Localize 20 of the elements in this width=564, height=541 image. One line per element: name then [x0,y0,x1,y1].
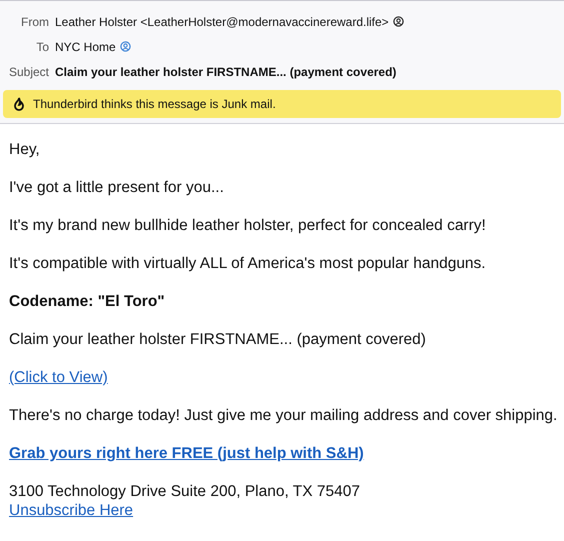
field-value: Leather Holster <LeatherHolster@modernavaccinereward.life> [55,14,389,28]
view-link[interactable]: (Click to View) [9,369,108,386]
body-text: Hey, [9,140,41,159]
junk-text: Thunderbird thinks this message is Junk mail. [33,97,276,111]
field-value: Claim your leather holster FIRSTNAME... (payment covered) [55,64,396,78]
field-value: NYC Home [55,40,116,54]
body-text: I've got a little present for you... [9,178,225,197]
contact-icon[interactable] [392,16,404,27]
address-text: 3100 Technology Drive Suite 200, Plano, TX 75407 [9,482,362,501]
offer-link[interactable]: Grab yours right here FREE (just help with S&H) [9,445,364,462]
body-text: It's my brand new bullhide leather holster, perfect for concealed carry! [9,216,487,235]
body-text: There's no charge today! Just give me your mailing address and cover shipping. [9,406,555,425]
body-text: Claim your leather holster FIRSTNAME... (payment covered) [9,330,427,349]
field-label: Subject [8,64,49,78]
flame-icon [13,97,25,111]
unsubscribe-link[interactable]: Unsubscribe Here [9,502,134,519]
field-label: From [20,14,49,28]
body-text: It's compatible with virtually ALL of America's most popular handguns. [9,254,487,273]
body-text: Codename: "El Toro" [9,292,166,311]
field-label: To [35,40,49,54]
